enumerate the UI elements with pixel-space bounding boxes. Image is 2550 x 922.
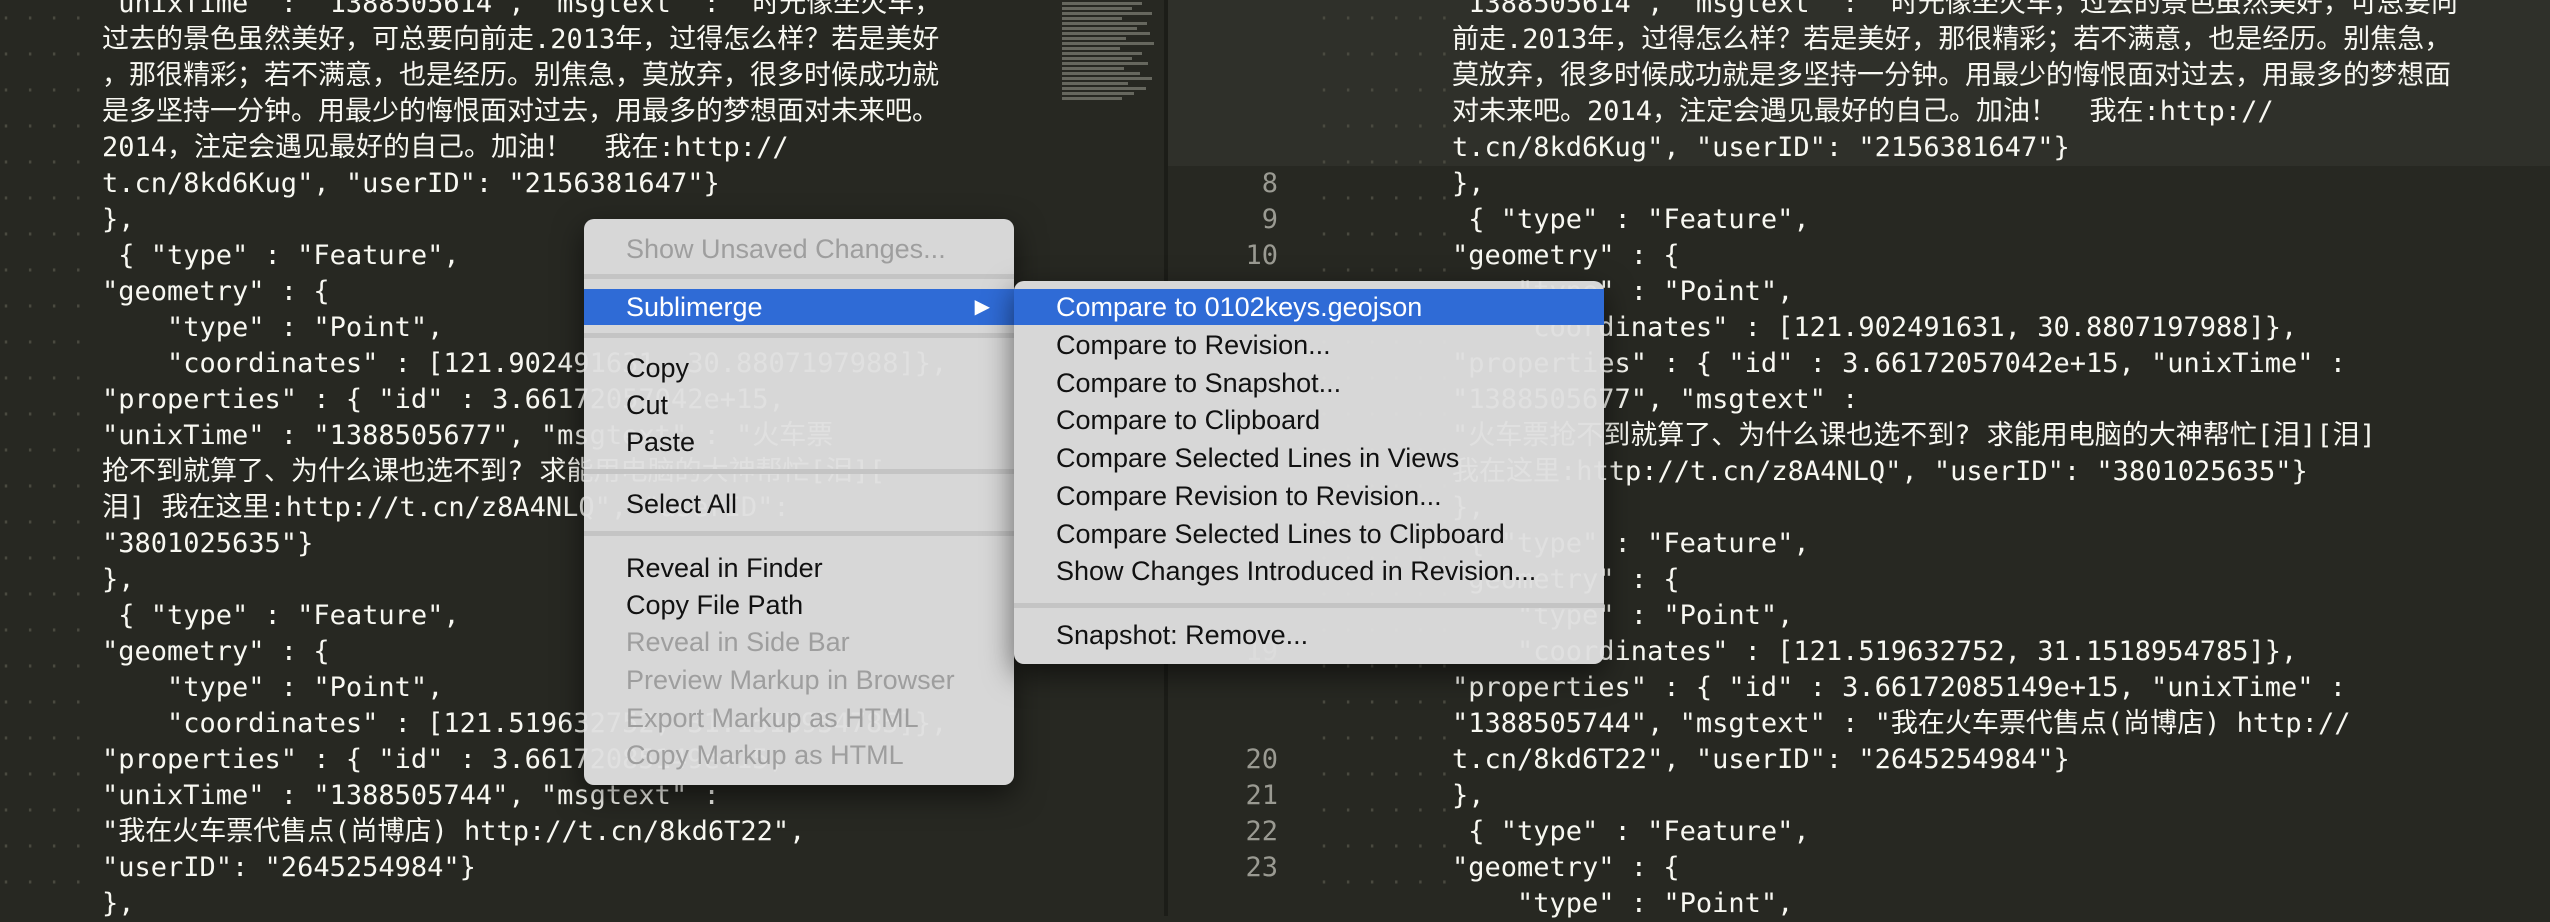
line-number: 22 <box>1245 816 1278 847</box>
copy-item[interactable]: Copy <box>584 350 1014 386</box>
menu-separator <box>584 531 1014 536</box>
line-number: 20 <box>1245 744 1278 775</box>
minimap[interactable] <box>1062 0 1162 130</box>
show-changes-in-revision-item[interactable]: Show Changes Introduced in Revision... <box>1014 553 1604 589</box>
export-markup-item: Export Markup as HTML <box>626 703 919 733</box>
code-line: { "type" : "Feature", <box>1452 816 1810 847</box>
code-line: "properties" : { "id" : 3.66172085149e+1… <box>1452 672 2347 703</box>
code-line: "geometry" : { <box>1452 852 1680 883</box>
code-line: 过去的景色虽然美好，可总要向前走.2013年，过得怎么样？若是美好 <box>102 24 940 55</box>
code-line: "geometry" : { <box>1452 240 1680 271</box>
menu-separator <box>1014 603 1604 608</box>
show-unsaved-changes-item: Show Unsaved Changes... <box>626 234 946 264</box>
sublimerge-item[interactable]: Sublimerge ▶ <box>584 289 1014 325</box>
line-number: 23 <box>1245 852 1278 883</box>
compare-to-snapshot-item[interactable]: Compare to Snapshot... <box>1014 365 1604 401</box>
code-line: { "type" : "Feature", <box>1452 204 1810 235</box>
line-number: 10 <box>1245 240 1278 271</box>
code-line: 前走.2013年，过得怎么样？若是美好，那很精彩；若不满意，也是经历。别焦急， <box>1452 24 2452 55</box>
line-number <box>1188 58 1278 94</box>
menu-separator <box>584 469 1014 474</box>
reveal-in-finder-item[interactable]: Reveal in Finder <box>584 550 1014 586</box>
line-number <box>1188 94 1278 130</box>
context-menu: Show Unsaved Changes... Sublimerge ▶ Cop… <box>584 219 1014 785</box>
compare-revision-to-revision-item[interactable]: Compare Revision to Revision... <box>1014 478 1604 514</box>
code-line: }, <box>1452 168 1485 199</box>
copy-file-path-item[interactable]: Copy File Path <box>584 587 1014 623</box>
code-line: "我在火车票代售点(尚博店) http://t.cn/8kd6T22", <box>102 816 806 847</box>
code-line: t.cn/8kd6T22", "userID": "2645254984"} <box>1452 744 2070 775</box>
line-number <box>1188 130 1278 166</box>
line-number <box>1188 670 1278 706</box>
code-line: "userID": "2645254984"} <box>102 852 476 883</box>
code-line: 是多坚持一分钟。用最少的悔恨面对过去，用最多的梦想面对未来吧。 <box>102 96 939 127</box>
cut-item[interactable]: Cut <box>584 387 1014 423</box>
sublimerge-label: Sublimerge <box>626 292 763 322</box>
menu-separator <box>584 274 1014 279</box>
copy-markup-item: Copy Markup as HTML <box>626 740 904 770</box>
snapshot-remove-item[interactable]: Snapshot: Remove... <box>1014 617 1604 653</box>
left-whitespace-markers: · · · · · · · · · · · · · · · · · · · · … <box>0 6 85 916</box>
compare-to-revision-item[interactable]: Compare to Revision... <box>1014 327 1604 363</box>
code-line: ，那很精彩；若不满意，也是经历。别焦急，莫放弃，很多时候成功就 <box>102 60 939 91</box>
code-line: 2014，注定会遇见最好的自己。加油！ 我在:http:// <box>102 132 789 163</box>
line-number: 21 <box>1245 780 1278 811</box>
code-line: 对未来吧。2014，注定会遇见最好的自己。加油！ 我在:http:// <box>1452 96 2274 127</box>
code-line: "unixTime" : "1388505614", "msgtext" : "… <box>102 0 942 19</box>
line-number <box>1188 22 1278 58</box>
code-line: "type" : "Point", <box>1452 888 1794 919</box>
line-number: 8 <box>1261 168 1278 199</box>
code-line: "1388505614", "msgtext" : "时光像坐火车，过去的景色虽… <box>1452 0 2458 19</box>
code-line: t.cn/8kd6Kug", "userID": "2156381647"} <box>102 168 720 199</box>
preview-markup-item: Preview Markup in Browser <box>626 665 955 695</box>
line-number: 9 <box>1261 204 1278 235</box>
line-number <box>1188 0 1278 22</box>
compare-to-clipboard-item[interactable]: Compare to Clipboard <box>1014 402 1604 438</box>
code-line: "1388505744", "msgtext" : "我在火车票代售点(尚博店)… <box>1452 708 2351 739</box>
line-number <box>1188 706 1278 742</box>
submenu-arrow-icon: ▶ <box>974 296 990 318</box>
code-line: 莫放弃，很多时候成功就是多坚持一分钟。用最少的悔恨面对过去，用最多的梦想面 <box>1452 60 2451 91</box>
code-line: t.cn/8kd6Kug", "userID": "2156381647"} <box>1452 132 2070 163</box>
code-line: }, <box>1452 780 1485 811</box>
menu-separator <box>584 333 1014 338</box>
paste-item[interactable]: Paste <box>584 424 1014 460</box>
compare-selected-lines-views-item[interactable]: Compare Selected Lines in Views <box>1014 440 1604 476</box>
sublimerge-submenu: Compare to 0102keys.geojson Compare to R… <box>1014 281 1604 664</box>
compare-selected-lines-clipboard-item[interactable]: Compare Selected Lines to Clipboard <box>1014 516 1604 552</box>
reveal-in-side-bar-item: Reveal in Side Bar <box>626 627 850 657</box>
code-line: }, <box>102 888 135 919</box>
compare-to-file-item[interactable]: Compare to 0102keys.geojson <box>1014 289 1604 325</box>
select-all-item[interactable]: Select All <box>584 486 1014 522</box>
